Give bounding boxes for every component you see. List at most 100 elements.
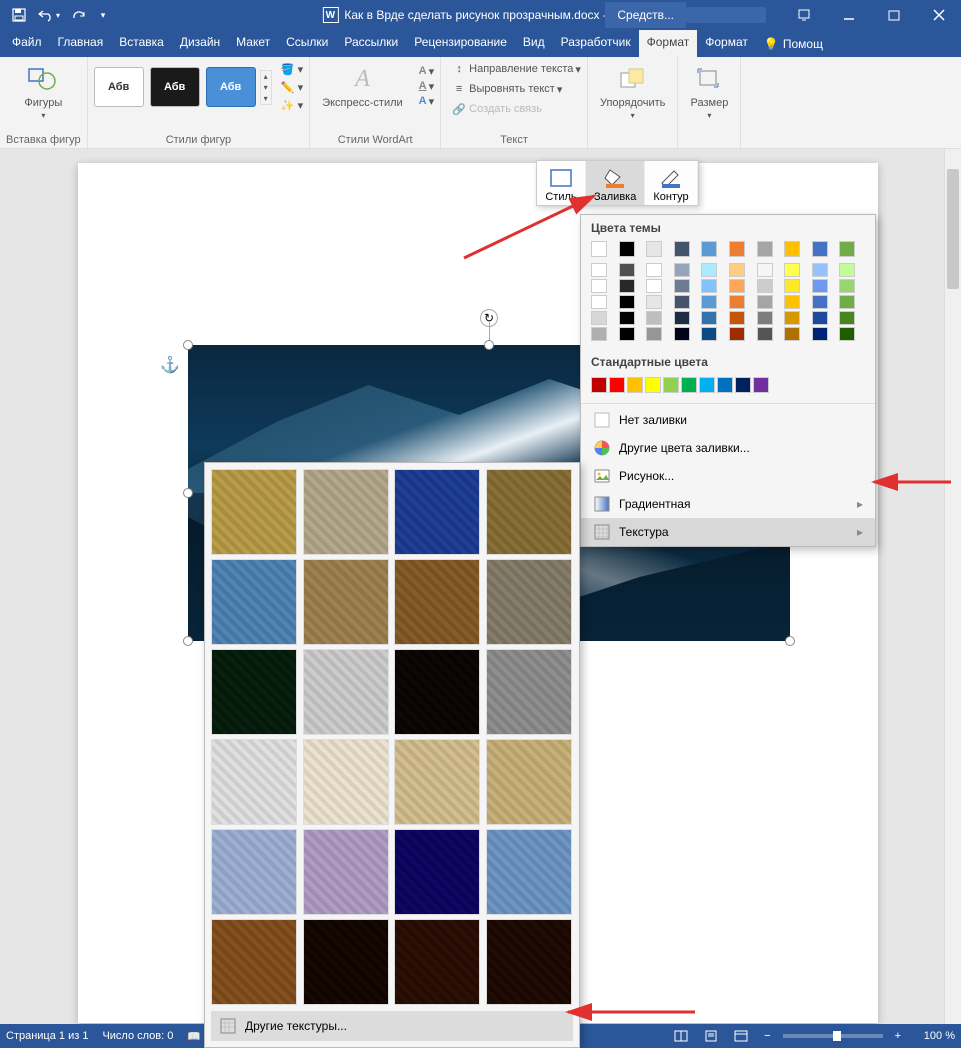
- style-thumb-2[interactable]: Абв: [150, 67, 200, 107]
- tab-file[interactable]: Файл: [4, 30, 50, 57]
- handle-ml[interactable]: [183, 488, 193, 498]
- color-swatch[interactable]: [591, 377, 607, 393]
- tab-home[interactable]: Главная: [50, 30, 112, 57]
- zoom-out-button[interactable]: −: [760, 1030, 774, 1042]
- color-swatch[interactable]: [729, 241, 745, 257]
- color-swatch[interactable]: [646, 295, 662, 309]
- tab-mailings[interactable]: Рассылки: [336, 30, 406, 57]
- handle-tc[interactable]: [484, 340, 494, 350]
- color-swatch[interactable]: [812, 279, 828, 293]
- text-effects-button[interactable]: A▾: [419, 95, 434, 108]
- color-swatch[interactable]: [784, 263, 800, 277]
- color-swatch[interactable]: [729, 311, 745, 325]
- color-swatch[interactable]: [701, 311, 717, 325]
- web-layout-button[interactable]: [730, 1026, 752, 1046]
- color-swatch[interactable]: [699, 377, 715, 393]
- color-swatch[interactable]: [812, 295, 828, 309]
- color-swatch[interactable]: [812, 241, 828, 257]
- color-swatch[interactable]: [757, 311, 773, 325]
- color-swatch[interactable]: [735, 377, 751, 393]
- qat-customize[interactable]: ▾: [96, 3, 110, 27]
- tab-format-picture[interactable]: Формат: [639, 30, 698, 57]
- zoom-slider[interactable]: [783, 1034, 883, 1038]
- color-swatch[interactable]: [619, 279, 635, 293]
- color-swatch[interactable]: [645, 377, 661, 393]
- color-swatch[interactable]: [674, 241, 690, 257]
- texture-swatch[interactable]: [211, 829, 297, 915]
- color-swatch[interactable]: [701, 295, 717, 309]
- color-swatch[interactable]: [591, 295, 607, 309]
- color-swatch[interactable]: [757, 241, 773, 257]
- color-swatch[interactable]: [701, 241, 717, 257]
- color-swatch[interactable]: [663, 377, 679, 393]
- color-swatch[interactable]: [674, 311, 690, 325]
- texture-swatch[interactable]: [211, 469, 297, 555]
- read-mode-button[interactable]: [670, 1026, 692, 1046]
- texture-swatch[interactable]: [211, 559, 297, 645]
- ribbon-options-button[interactable]: [781, 0, 826, 30]
- color-swatch[interactable]: [839, 279, 855, 293]
- color-swatch[interactable]: [609, 377, 625, 393]
- tab-insert[interactable]: Вставка: [111, 30, 172, 57]
- zoom-in-button[interactable]: +: [891, 1030, 905, 1042]
- color-swatch[interactable]: [646, 241, 662, 257]
- texture-swatch[interactable]: [303, 739, 389, 825]
- color-swatch[interactable]: [701, 327, 717, 341]
- page-status[interactable]: Страница 1 из 1: [6, 1030, 88, 1042]
- color-swatch[interactable]: [784, 311, 800, 325]
- color-swatch[interactable]: [839, 241, 855, 257]
- texture-swatch[interactable]: [303, 469, 389, 555]
- tab-layout[interactable]: Макет: [228, 30, 278, 57]
- undo-button[interactable]: ▾: [36, 3, 62, 27]
- gradient-fill-item[interactable]: Градиентная▸: [581, 490, 875, 518]
- print-layout-button[interactable]: [700, 1026, 722, 1046]
- texture-swatch[interactable]: [394, 919, 480, 1005]
- color-swatch[interactable]: [839, 327, 855, 341]
- tools-tab[interactable]: Средств...: [605, 2, 686, 28]
- texture-swatch[interactable]: [486, 919, 572, 1005]
- texture-swatch[interactable]: [303, 649, 389, 735]
- vertical-scrollbar[interactable]: [944, 149, 961, 1024]
- tab-format-shape[interactable]: Формат: [697, 30, 756, 57]
- tab-references[interactable]: Ссылки: [278, 30, 336, 57]
- tab-view[interactable]: Вид: [515, 30, 553, 57]
- tab-developer[interactable]: Разработчик: [553, 30, 639, 57]
- shape-outline-button[interactable]: ✏️▾: [280, 79, 304, 95]
- color-swatch[interactable]: [646, 311, 662, 325]
- picture-fill-item[interactable]: Рисунок...: [581, 462, 875, 490]
- texture-fill-item[interactable]: Текстура▸: [581, 518, 875, 546]
- shape-fill-button[interactable]: 🪣▾: [280, 61, 304, 77]
- texture-swatch[interactable]: [211, 919, 297, 1005]
- size-button[interactable]: Размер▾: [684, 61, 734, 122]
- more-textures-item[interactable]: Другие текстуры...: [211, 1011, 573, 1041]
- spellcheck-button[interactable]: 📖: [187, 1030, 201, 1043]
- texture-swatch[interactable]: [303, 919, 389, 1005]
- color-swatch[interactable]: [784, 327, 800, 341]
- handle-tl[interactable]: [183, 340, 193, 350]
- text-outline-button[interactable]: A▾: [419, 80, 434, 93]
- color-swatch[interactable]: [591, 311, 607, 325]
- color-swatch[interactable]: [681, 377, 697, 393]
- color-swatch[interactable]: [729, 295, 745, 309]
- color-swatch[interactable]: [729, 327, 745, 341]
- color-swatch[interactable]: [619, 241, 635, 257]
- tab-design[interactable]: Дизайн: [172, 30, 228, 57]
- color-swatch[interactable]: [784, 279, 800, 293]
- no-fill-item[interactable]: Нет заливки: [581, 406, 875, 434]
- color-swatch[interactable]: [839, 295, 855, 309]
- gallery-down[interactable]: ▾: [261, 82, 271, 93]
- color-swatch[interactable]: [784, 241, 800, 257]
- texture-swatch[interactable]: [303, 559, 389, 645]
- color-swatch[interactable]: [812, 263, 828, 277]
- zoom-level[interactable]: 100 %: [913, 1030, 955, 1042]
- texture-swatch[interactable]: [394, 739, 480, 825]
- texture-swatch[interactable]: [486, 739, 572, 825]
- shape-effects-button[interactable]: ✨▾: [280, 97, 304, 113]
- texture-swatch[interactable]: [394, 559, 480, 645]
- style-thumb-3[interactable]: Абв: [206, 67, 256, 107]
- color-swatch[interactable]: [701, 279, 717, 293]
- color-swatch[interactable]: [646, 263, 662, 277]
- color-swatch[interactable]: [619, 263, 635, 277]
- texture-swatch[interactable]: [486, 469, 572, 555]
- texture-swatch[interactable]: [211, 739, 297, 825]
